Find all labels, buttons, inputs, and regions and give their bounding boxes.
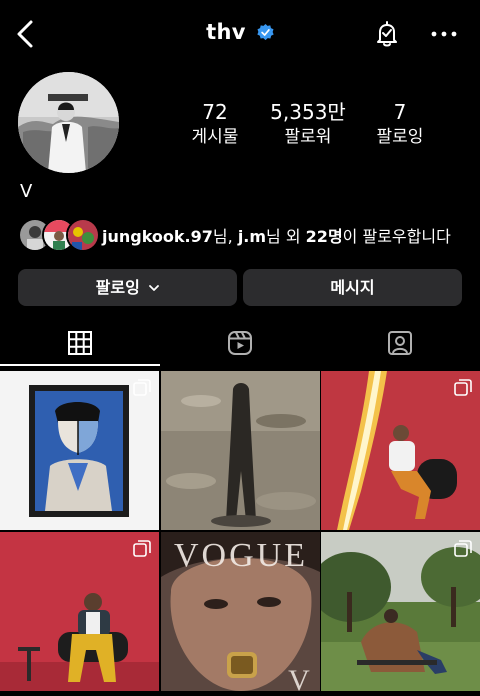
post-grid: VOGUE V — [0, 371, 480, 696]
multiple-posts-icon — [454, 379, 472, 396]
following-button[interactable]: 팔로잉 — [18, 269, 237, 306]
stat-posts-value: 72 — [202, 100, 228, 124]
stat-followers-label: 팔로워 — [284, 127, 332, 147]
display-name: V — [20, 181, 33, 202]
stat-following-value: 7 — [393, 100, 407, 124]
followed-by-separator-2: 님 외 — [266, 227, 306, 246]
reels-icon — [228, 331, 252, 355]
post-thumbnail[interactable] — [321, 371, 480, 530]
profile-title: thv — [0, 20, 480, 44]
post-thumbnail[interactable] — [321, 532, 480, 691]
message-button-label: 메시지 — [330, 278, 375, 297]
multiple-posts-icon — [454, 540, 472, 557]
followed-by-separator-1: 님, — [212, 227, 238, 246]
notification-bell-icon[interactable] — [372, 19, 402, 49]
username: thv — [206, 20, 246, 44]
stat-following-label: 팔로잉 — [376, 127, 424, 147]
stat-followers-value: 5,353만 — [270, 100, 346, 124]
follower-name-2[interactable]: j.m — [238, 227, 266, 246]
followed-by-row[interactable]: jungkook.97님, j.m님 외 22명이 팔로우합니다 — [18, 216, 478, 252]
tagged-icon — [388, 331, 412, 355]
followed-by-suffix: 이 팔로우합니다 — [342, 227, 451, 246]
post-thumbnail[interactable]: VOGUE V — [161, 532, 320, 691]
tab-posts-grid[interactable] — [0, 322, 160, 366]
post-thumbnail[interactable] — [161, 371, 320, 530]
profile-tabs — [0, 322, 480, 366]
stat-followers[interactable]: 5,353만 팔로워 — [263, 100, 353, 148]
tab-tagged[interactable] — [320, 322, 480, 366]
stat-posts-label: 게시물 — [191, 127, 239, 147]
follower-avatar — [66, 218, 100, 252]
grid-icon — [68, 331, 92, 355]
stat-following[interactable]: 7 팔로잉 — [355, 100, 445, 148]
message-button[interactable]: 메시지 — [243, 269, 462, 306]
tab-reels[interactable] — [160, 322, 320, 366]
followed-by-text: jungkook.97님, j.m님 외 22명이 팔로우합니다 — [102, 223, 451, 247]
following-button-label: 팔로잉 — [95, 278, 140, 297]
post-thumbnail[interactable] — [0, 371, 159, 530]
multiple-posts-icon — [133, 540, 151, 557]
top-bar: thv — [0, 0, 480, 68]
chevron-down-icon — [149, 285, 160, 291]
verified-badge-icon — [257, 23, 274, 40]
profile-avatar[interactable] — [18, 72, 119, 173]
svg-text:VOGUE: VOGUE — [174, 537, 308, 574]
follower-name-1[interactable]: jungkook.97 — [102, 227, 213, 246]
followed-by-count: 22명 — [305, 227, 343, 246]
active-tab-indicator — [0, 364, 160, 366]
more-options-icon[interactable] — [430, 30, 458, 38]
stat-posts[interactable]: 72 게시물 — [170, 100, 260, 148]
multiple-posts-icon — [133, 379, 151, 396]
svg-text:V: V — [288, 664, 310, 691]
post-thumbnail[interactable] — [0, 532, 159, 691]
